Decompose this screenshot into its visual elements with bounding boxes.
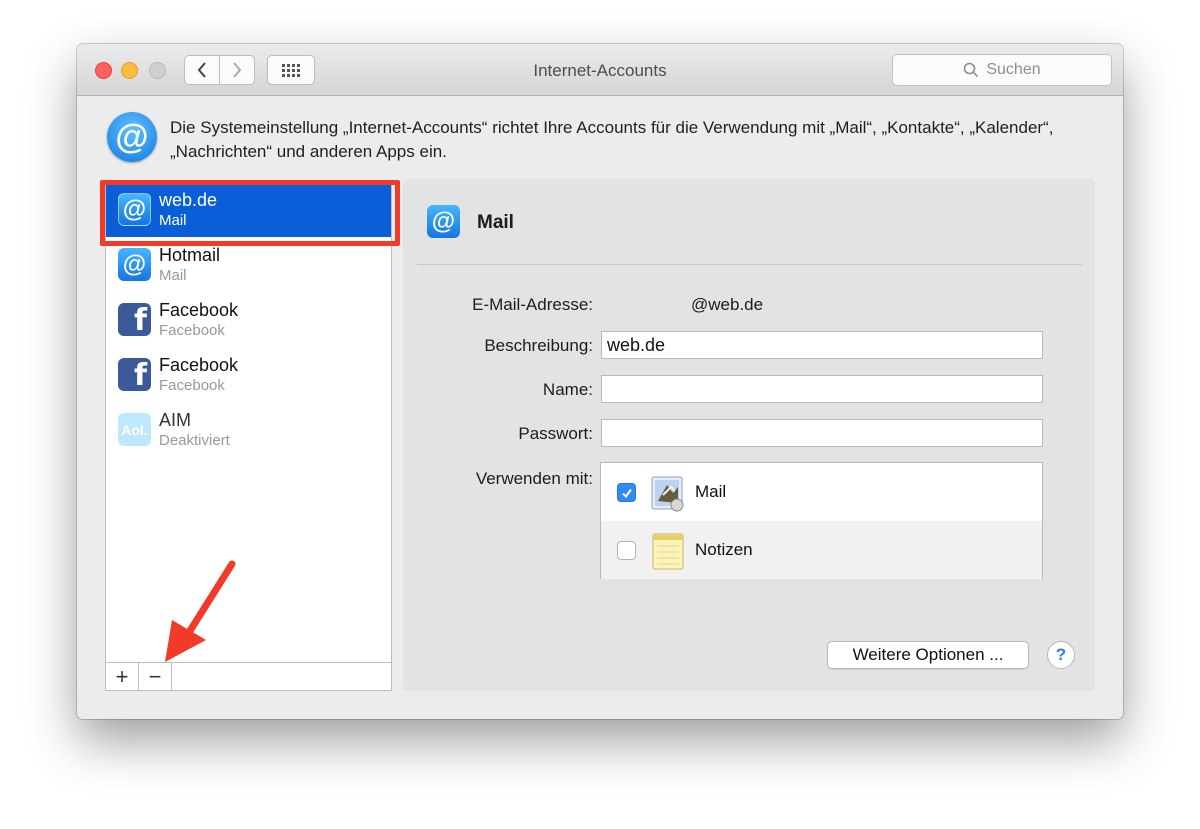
- accounts-list[interactable]: @ web.de Mail @ Hotmail Mail f Facebook …: [105, 181, 392, 691]
- accounts-list-footer: + −: [106, 662, 391, 690]
- info-description: Die Systemeinstellung „Internet-Accounts…: [170, 118, 1054, 161]
- name-label: Name:: [542, 380, 593, 399]
- app-name: Mail: [695, 482, 727, 501]
- notes-checkbox[interactable]: [617, 541, 636, 560]
- aol-icon: Aol.: [118, 413, 151, 446]
- app-name: Notizen: [695, 540, 753, 559]
- mail-checkbox[interactable]: [617, 483, 636, 502]
- app-row-mail: Mail: [601, 463, 1042, 521]
- password-label: Passwort:: [518, 424, 593, 443]
- title-bar: Internet-Accounts Suchen: [77, 44, 1123, 96]
- internet-accounts-icon: @: [107, 112, 157, 162]
- description-field[interactable]: [601, 331, 1043, 359]
- at-icon: @: [427, 205, 460, 238]
- account-name: Hotmail: [159, 245, 221, 265]
- account-item-facebook-2[interactable]: f Facebook Facebook: [106, 347, 391, 402]
- account-detail-panel: @ Mail E-Mail-Adresse: @web.de Beschreib…: [403, 179, 1095, 691]
- name-field[interactable]: [601, 375, 1043, 403]
- checkmark-icon: [621, 488, 632, 498]
- account-type: Deaktiviert: [159, 432, 230, 449]
- account-item-aim[interactable]: Aol. AIM Deaktiviert: [106, 402, 391, 457]
- facebook-icon: f: [118, 303, 151, 336]
- email-value: @web.de: [691, 295, 764, 314]
- account-type: Mail: [159, 212, 187, 229]
- apps-list: Mail Notizen: [600, 462, 1043, 579]
- search-icon: [964, 62, 979, 78]
- account-name: Facebook: [159, 300, 239, 320]
- help-button[interactable]: ?: [1047, 641, 1075, 669]
- divider: [417, 264, 1082, 265]
- email-label: E-Mail-Adresse:: [472, 295, 593, 314]
- account-item-hotmail[interactable]: @ Hotmail Mail: [106, 237, 391, 292]
- use-with-label: Verwenden mit:: [475, 469, 593, 488]
- account-type: Facebook: [159, 322, 225, 339]
- at-icon: @: [118, 248, 151, 281]
- detail-title: Mail: [477, 212, 514, 233]
- search-placeholder: Suchen: [986, 61, 1041, 78]
- account-name: Facebook: [159, 355, 239, 375]
- account-item-facebook-1[interactable]: f Facebook Facebook: [106, 292, 391, 347]
- add-account-button[interactable]: +: [106, 663, 139, 690]
- facebook-icon: f: [118, 358, 151, 391]
- account-name: web.de: [159, 190, 218, 210]
- password-field[interactable]: [601, 419, 1043, 447]
- mail-app-icon: [651, 476, 684, 512]
- account-name: AIM: [159, 410, 192, 430]
- remove-account-button[interactable]: −: [139, 663, 172, 690]
- app-row-notes: Notizen: [601, 521, 1042, 579]
- account-type: Mail: [159, 267, 187, 284]
- account-type: Facebook: [159, 377, 225, 394]
- system-preferences-window: Internet-Accounts Suchen @ Die Systemein…: [77, 44, 1123, 719]
- more-options-button[interactable]: Weitere Optionen ...: [827, 641, 1029, 669]
- notes-app-icon: [652, 533, 684, 570]
- at-icon: @: [118, 193, 151, 226]
- description-label: Beschreibung:: [484, 336, 593, 355]
- search-field[interactable]: Suchen: [892, 54, 1112, 86]
- account-item-webde[interactable]: @ web.de Mail: [106, 182, 391, 237]
